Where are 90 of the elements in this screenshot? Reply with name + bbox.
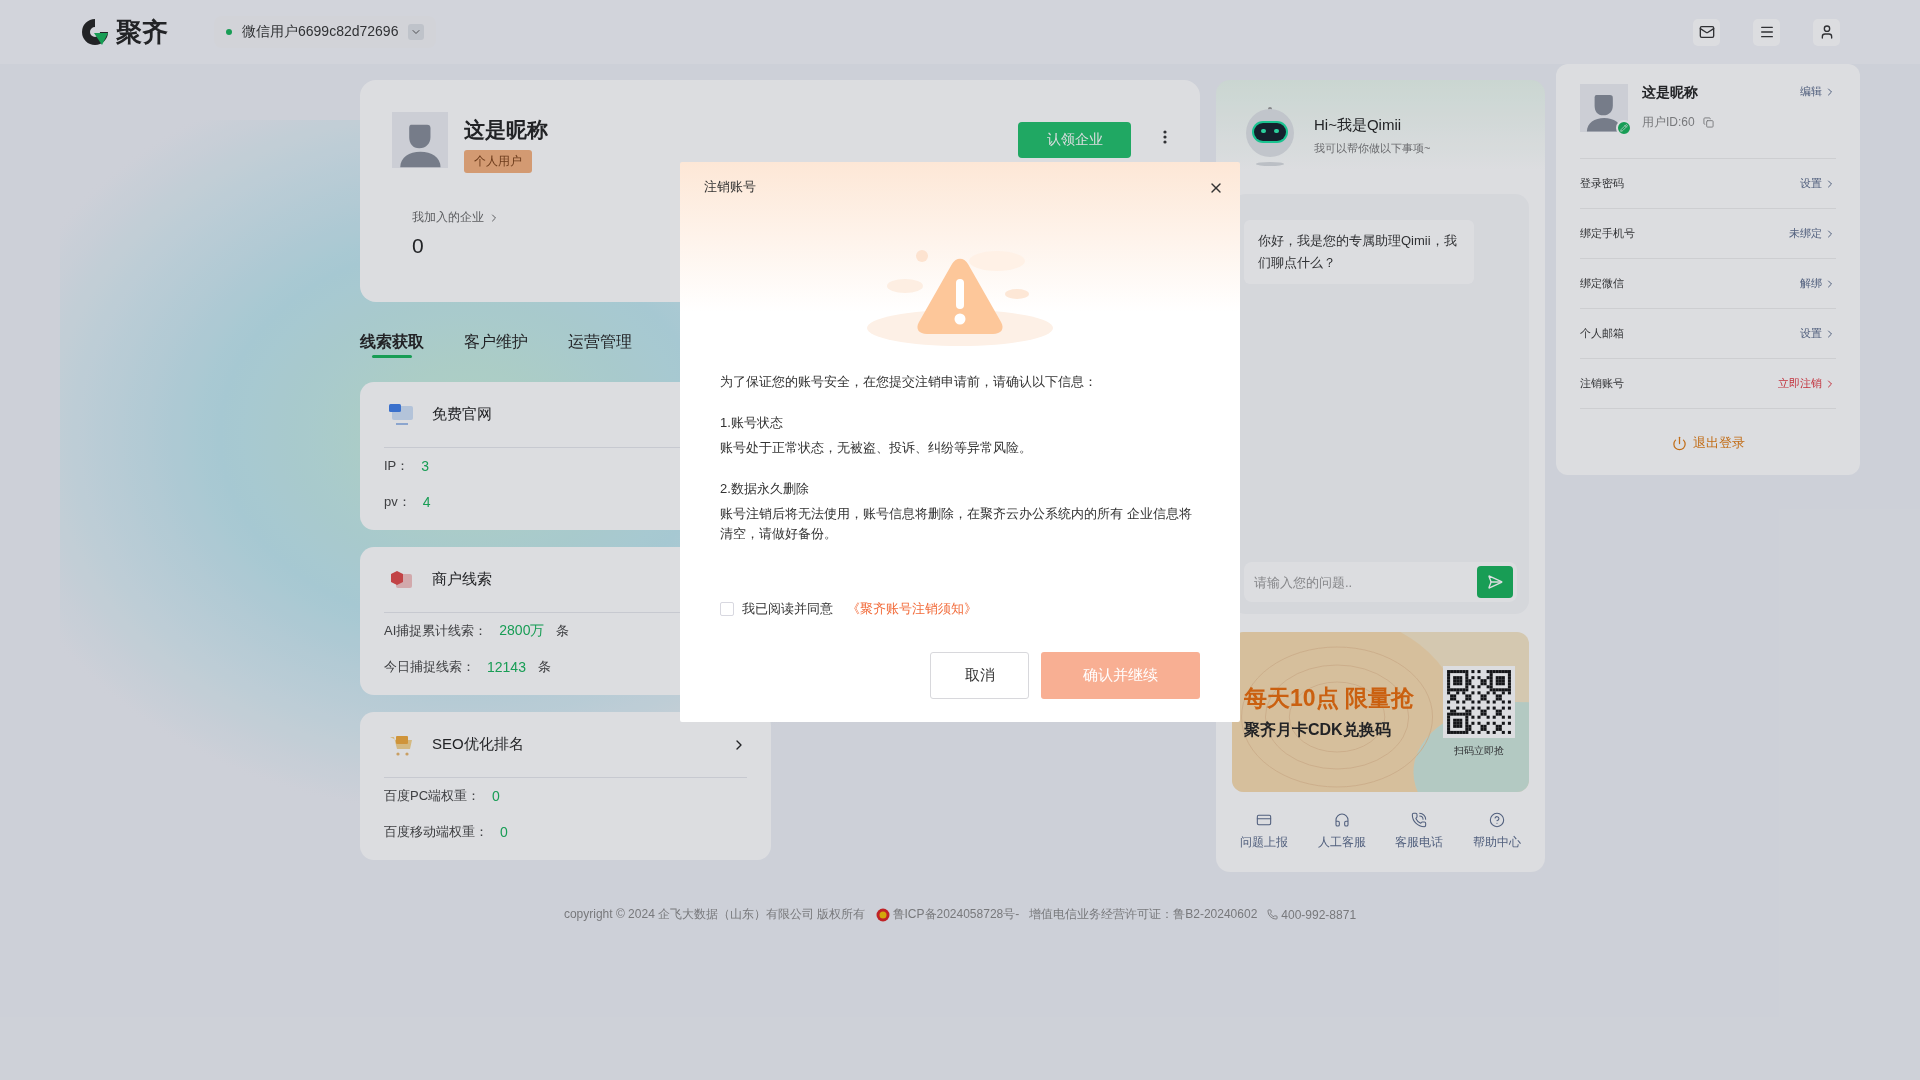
dialog-title: 注销账号: [704, 178, 757, 196]
shortcut-button[interactable]: 帮助中心: [1464, 812, 1529, 851]
promo-banner[interactable]: 每天10点 限量抢 聚齐月卡CDK兑换码 扫码立即抢: [1232, 632, 1529, 792]
stat-value: 3: [421, 458, 430, 474]
section-heading: 1.账号状态: [720, 414, 784, 432]
assistant-subtitle: 我可以帮你做以下事项~: [1314, 141, 1431, 156]
shop-icon: [388, 568, 414, 591]
terms-link[interactable]: 《聚齐账号注销须知》: [847, 600, 977, 618]
setting-action[interactable]: 设置: [1800, 326, 1836, 341]
setting-label: 绑定手机号: [1580, 226, 1635, 241]
phone-icon: [1411, 812, 1428, 828]
setting-label: 注销账号: [1580, 376, 1624, 391]
copyright-text: copyright © 2024 企飞大数据（山东）有限公司 版权所有: [563, 906, 866, 923]
logout-button[interactable]: 退出登录: [1665, 433, 1751, 453]
menu-nickname: 这是昵称: [1642, 84, 1699, 102]
shortcut-button[interactable]: 人工客服: [1309, 812, 1374, 851]
stat-value: 12143: [487, 659, 526, 675]
assistant-title: Hi~我是Qimii: [1314, 116, 1403, 135]
stat-value: 4: [422, 494, 431, 510]
question-field[interactable]: 请输入您的问题..: [1244, 562, 1517, 602]
promo-subline: 聚齐月卡CDK兑换码: [1244, 720, 1392, 740]
stat-unit: 条: [537, 658, 551, 676]
menu-icon: [1758, 24, 1775, 40]
setting-action[interactable]: 解绑: [1800, 276, 1836, 291]
tab[interactable]: 运营管理: [568, 326, 632, 358]
card-title: SEO优化排名: [432, 735, 524, 754]
more-icon: [1163, 130, 1167, 144]
help-icon: [1488, 812, 1505, 828]
phone-number: 400-992-8871: [1281, 907, 1357, 922]
setting-label: 登录密码: [1580, 176, 1624, 191]
stat-label: 百度PC端权重：: [384, 787, 481, 805]
mail-button[interactable]: [1693, 18, 1720, 46]
robot-icon: [1244, 105, 1296, 167]
section-body: 账号注销后将无法使用，账号信息将删除，在聚齐云办公系统内的所有 企业信息将清空，请做好备份。: [720, 505, 1193, 543]
chat-message: 你好，我是您的专属助理Qimii，我们聊点什么？: [1244, 220, 1474, 284]
mail-icon: [1698, 24, 1715, 40]
joined-count: 0: [412, 234, 425, 258]
setting-action[interactable]: 立即注销: [1778, 376, 1836, 391]
section-body: 账号处于正常状态，无被盗、投诉、纠纷等异常风险。: [720, 439, 1033, 457]
icp-text[interactable]: 鲁ICP备2024058728号-: [892, 906, 1020, 923]
phone-icon: [1267, 909, 1279, 920]
stat-unit: 条: [556, 622, 570, 640]
setting-label: 绑定微信: [1580, 276, 1624, 291]
logo-icon: [80, 17, 110, 47]
avatar-icon: [392, 112, 448, 168]
stat-label: IP：: [384, 457, 410, 475]
user-id: 用户ID:60: [1642, 114, 1695, 131]
setting-action[interactable]: 未绑定: [1789, 226, 1836, 241]
edit-avatar-icon: [1616, 120, 1632, 136]
avatar-icon: [1580, 84, 1628, 132]
agree-label: 我已阅读并同意: [742, 600, 833, 618]
qr-code-icon: [1443, 666, 1515, 738]
headset-icon: [1333, 812, 1350, 828]
stat-label: 百度移动端权重：: [384, 823, 488, 841]
qr-caption: 扫码立即抢: [1454, 744, 1504, 758]
send-icon: [1487, 574, 1503, 590]
more-button[interactable]: [1163, 130, 1167, 144]
stat-label: pv：: [384, 493, 411, 511]
promo-headline: 每天10点 限量抢: [1244, 684, 1414, 713]
power-icon: [1671, 435, 1687, 451]
agree-checkbox[interactable]: [720, 602, 734, 616]
send-button[interactable]: [1477, 566, 1513, 598]
joined-companies-link[interactable]: 我加入的企业: [412, 209, 1168, 226]
nickname: 这是昵称: [464, 117, 548, 143]
setting-label: 个人邮箱: [1580, 326, 1624, 341]
stat-label: AI捕捉累计线索：: [384, 622, 488, 640]
stat-value: 0: [492, 788, 500, 804]
tab[interactable]: 客户维护: [464, 326, 528, 358]
stat-value: 2800万: [499, 622, 545, 640]
stat-value: 0: [500, 824, 508, 840]
edit-link[interactable]: 编辑: [1800, 84, 1836, 99]
monitor-icon: [388, 402, 414, 427]
logo-text: 聚齐: [116, 15, 168, 49]
stat-label: 今日捕捉线索：: [384, 658, 475, 676]
cancel-button[interactable]: 取消: [930, 652, 1029, 699]
card-title: 商户线索: [432, 570, 492, 589]
emblem-icon: [875, 907, 890, 922]
license-text: 增值电信业务经营许可证：鲁B2-20240602: [1029, 906, 1258, 923]
user-button[interactable]: [1813, 18, 1840, 46]
shortcut-button[interactable]: 问题上报: [1232, 812, 1296, 851]
dialog-intro: 为了保证您的账号安全，在您提交注销申请前，请确认以下信息：: [720, 373, 1098, 391]
card-icon: [1256, 812, 1272, 828]
user-type-badge: 个人用户: [464, 150, 532, 173]
menu-button[interactable]: [1753, 18, 1780, 46]
setting-action[interactable]: 设置: [1800, 176, 1836, 191]
card-title: 免费官网: [432, 405, 492, 424]
tab[interactable]: 线索获取: [360, 326, 424, 358]
shortcut-button[interactable]: 客服电话: [1387, 812, 1452, 851]
caret-icon: [408, 24, 425, 40]
section-heading: 2.数据永久删除: [720, 480, 810, 498]
